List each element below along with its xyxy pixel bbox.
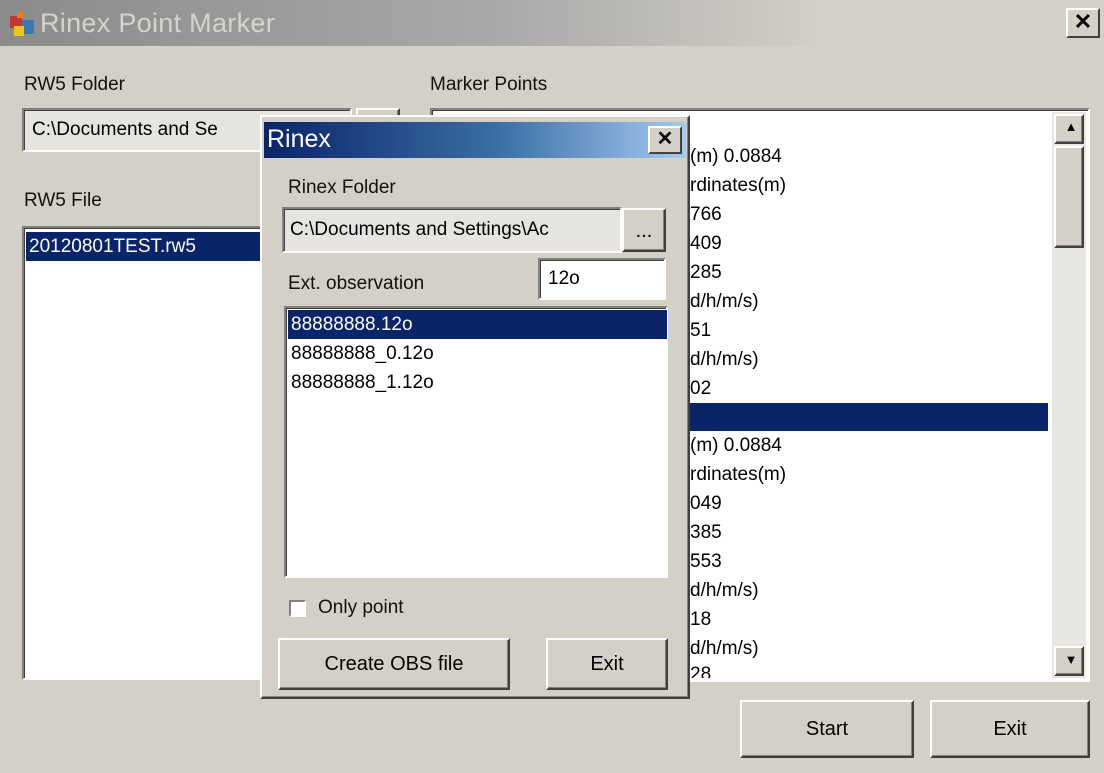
marker-line: 285: [690, 262, 722, 283]
rinex-dialog-close-button[interactable]: ✕: [648, 126, 682, 154]
marker-line: 553: [690, 551, 722, 572]
marker-line: 049: [690, 493, 722, 514]
rinex-folder-field[interactable]: C:\Documents and Settings\Ac: [282, 207, 622, 253]
list-item[interactable]: 88888888_1.12o: [288, 368, 667, 397]
scroll-down-button[interactable]: ▼: [1054, 646, 1084, 676]
marker-line: 28: [690, 664, 712, 678]
rinex-dialog-title: Rinex: [267, 125, 331, 153]
start-button[interactable]: Start: [740, 700, 914, 758]
exit-button-label: Exit: [993, 718, 1027, 740]
list-item[interactable]: 88888888.12o: [288, 310, 667, 339]
rinex-exit-label: Exit: [590, 653, 624, 675]
window-title: Rinex Point Marker: [40, 8, 275, 38]
list-item[interactable]: 88888888_0.12o: [288, 339, 667, 368]
window-close-button[interactable]: ✕: [1066, 8, 1100, 38]
marker-line: 18: [690, 609, 712, 630]
marker-line: 51: [690, 320, 712, 341]
list-item[interactable]: 20120801TEST.rw5: [26, 232, 269, 261]
marker-line: 02: [690, 378, 712, 399]
marker-line: d/h/m/s): [690, 349, 759, 370]
scroll-thumb[interactable]: [1054, 146, 1084, 248]
ext-observation-label: Ext. observation: [288, 273, 425, 294]
rinex-exit-button[interactable]: Exit: [546, 638, 668, 690]
app-icon: [10, 12, 34, 36]
ext-observation-input[interactable]: 12o: [538, 258, 666, 300]
chevron-down-icon: ▼: [1064, 652, 1078, 667]
rinex-folder-label: Rinex Folder: [288, 177, 396, 198]
create-obs-file-button[interactable]: Create OBS file: [278, 638, 510, 690]
marker-line: 385: [690, 522, 722, 543]
rinex-folder-browse-label: ...: [635, 220, 653, 242]
rinex-folder-value: C:\Documents and Settings\Ac: [290, 219, 549, 240]
create-obs-file-label: Create OBS file: [324, 653, 464, 675]
only-point-label: Only point: [318, 597, 404, 618]
marker-line: d/h/m/s): [690, 638, 759, 659]
marker-line: 409: [690, 233, 722, 254]
marker-line: (m) 0.0884: [690, 146, 782, 167]
start-button-label: Start: [805, 718, 849, 740]
marker-line: 766: [690, 204, 722, 225]
only-point-checkbox[interactable]: [289, 600, 306, 617]
rw5-folder-value: C:\Documents and Se: [32, 119, 218, 140]
marker-line: rdinates(m): [690, 464, 787, 485]
rinex-file-list[interactable]: 88888888.12o 88888888_0.12o 88888888_1.1…: [284, 306, 668, 578]
exit-button[interactable]: Exit: [930, 700, 1090, 758]
marker-line: rdinates(m): [690, 175, 787, 196]
rw5-folder-label: RW5 Folder: [24, 74, 126, 95]
rinex-folder-browse-button[interactable]: ...: [622, 208, 666, 252]
scroll-up-button[interactable]: ▲: [1054, 114, 1084, 144]
marker-line: d/h/m/s): [690, 291, 759, 312]
marker-line-selected[interactable]: [688, 403, 1048, 431]
ext-observation-value: 12o: [548, 268, 580, 289]
chevron-up-icon: ▲: [1064, 119, 1078, 134]
marker-line: d/h/m/s): [690, 580, 759, 601]
rw5-file-label: RW5 File: [24, 190, 102, 211]
marker-points-label: Marker Points: [430, 74, 548, 95]
marker-line: (m) 0.0884: [690, 435, 782, 456]
